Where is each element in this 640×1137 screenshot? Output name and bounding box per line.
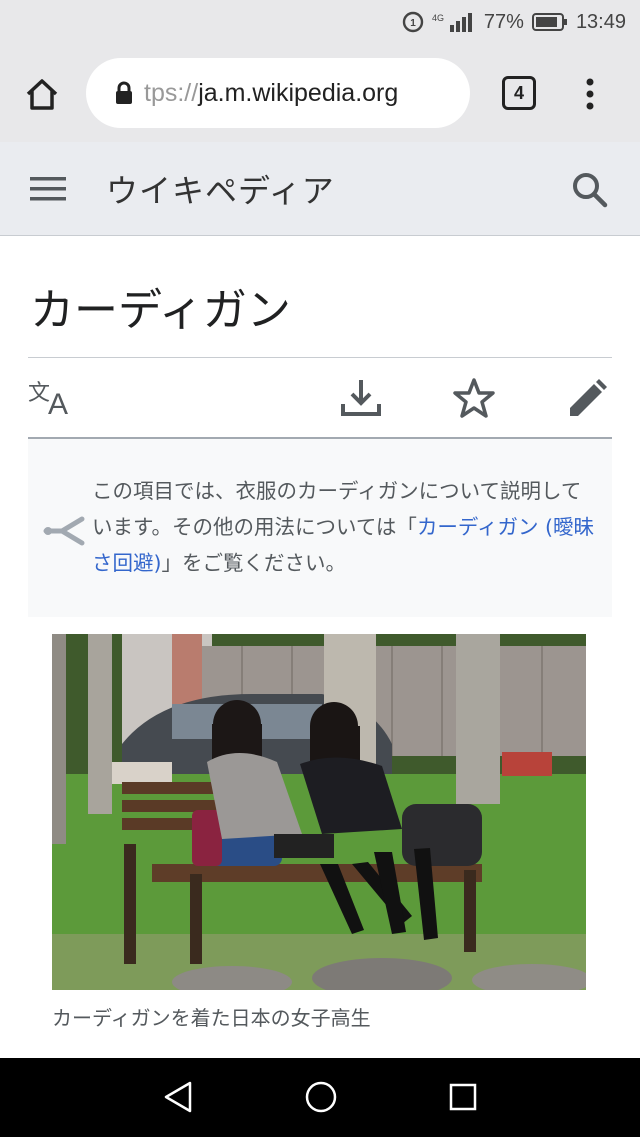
sync-icon: 1	[402, 11, 424, 33]
hamburger-icon	[30, 177, 66, 201]
svg-text:文: 文	[28, 381, 50, 406]
search-button[interactable]	[570, 170, 610, 210]
wiki-logo[interactable]: ウイキペディア	[106, 166, 335, 212]
language-icon: 文 A	[28, 381, 68, 421]
svg-text:A: A	[48, 388, 68, 418]
image-caption: カーディガンを着た日本の女子高生	[52, 1006, 371, 1030]
star-icon	[453, 378, 495, 418]
article-content: カーディガン 文 A この項目では、衣服のカーディガンについて説明しています。そ…	[0, 236, 640, 1058]
wiki-header: ウイキペディア	[0, 142, 640, 236]
edit-button[interactable]	[566, 378, 608, 420]
home-button[interactable]	[22, 74, 62, 114]
signal-icon: 4G	[432, 11, 476, 33]
page-actions: 文 A	[28, 358, 612, 438]
hatnote-text: この項目では、衣服のカーディガンについて説明しています。その他の用法については「…	[92, 473, 598, 581]
battery-icon	[531, 12, 568, 32]
article-image[interactable]	[52, 634, 586, 990]
circle-home-icon	[305, 1081, 337, 1113]
battery-percent: 77%	[483, 10, 524, 33]
language-button[interactable]: 文 A	[28, 378, 76, 421]
url-field[interactable]: tps://ja.m.wikipedia.org	[86, 58, 470, 128]
overflow-menu-icon	[586, 78, 594, 110]
tab-switcher-button[interactable]: 4	[502, 76, 536, 110]
search-icon	[573, 173, 608, 208]
square-recents-icon	[449, 1083, 477, 1111]
tab-count: 4	[513, 82, 524, 103]
svg-text:1: 1	[410, 18, 416, 29]
back-icon	[164, 1081, 192, 1113]
network-type: 4G	[432, 13, 444, 23]
clock: 13:49	[575, 10, 626, 33]
back-button[interactable]	[162, 1080, 194, 1114]
overflow-menu-button[interactable]	[578, 74, 602, 114]
system-home-button[interactable]	[304, 1080, 338, 1114]
page-title: カーディガン	[30, 285, 291, 336]
download-button[interactable]	[340, 378, 382, 418]
home-icon	[26, 79, 58, 110]
hatnote: この項目では、衣服のカーディガンについて説明しています。その他の用法については「…	[28, 439, 612, 617]
system-nav-bar	[0, 1058, 640, 1137]
disambiguation-icon	[43, 516, 85, 546]
recents-button[interactable]	[448, 1082, 478, 1112]
edit-icon	[570, 379, 607, 416]
main-menu-button[interactable]	[30, 174, 66, 204]
url-host: ja.m.wikipedia.org	[198, 78, 399, 107]
download-icon	[341, 380, 381, 416]
watch-button[interactable]	[452, 376, 496, 420]
url-scheme: tps://	[144, 78, 199, 107]
status-bar: 1 4G 77% 13:49	[0, 0, 640, 44]
lock-icon	[116, 81, 132, 104]
hatnote-text-after: 」をご覧ください。	[161, 551, 347, 575]
image-photo	[52, 634, 586, 990]
browser-toolbar: tps://ja.m.wikipedia.org 4	[0, 44, 640, 142]
